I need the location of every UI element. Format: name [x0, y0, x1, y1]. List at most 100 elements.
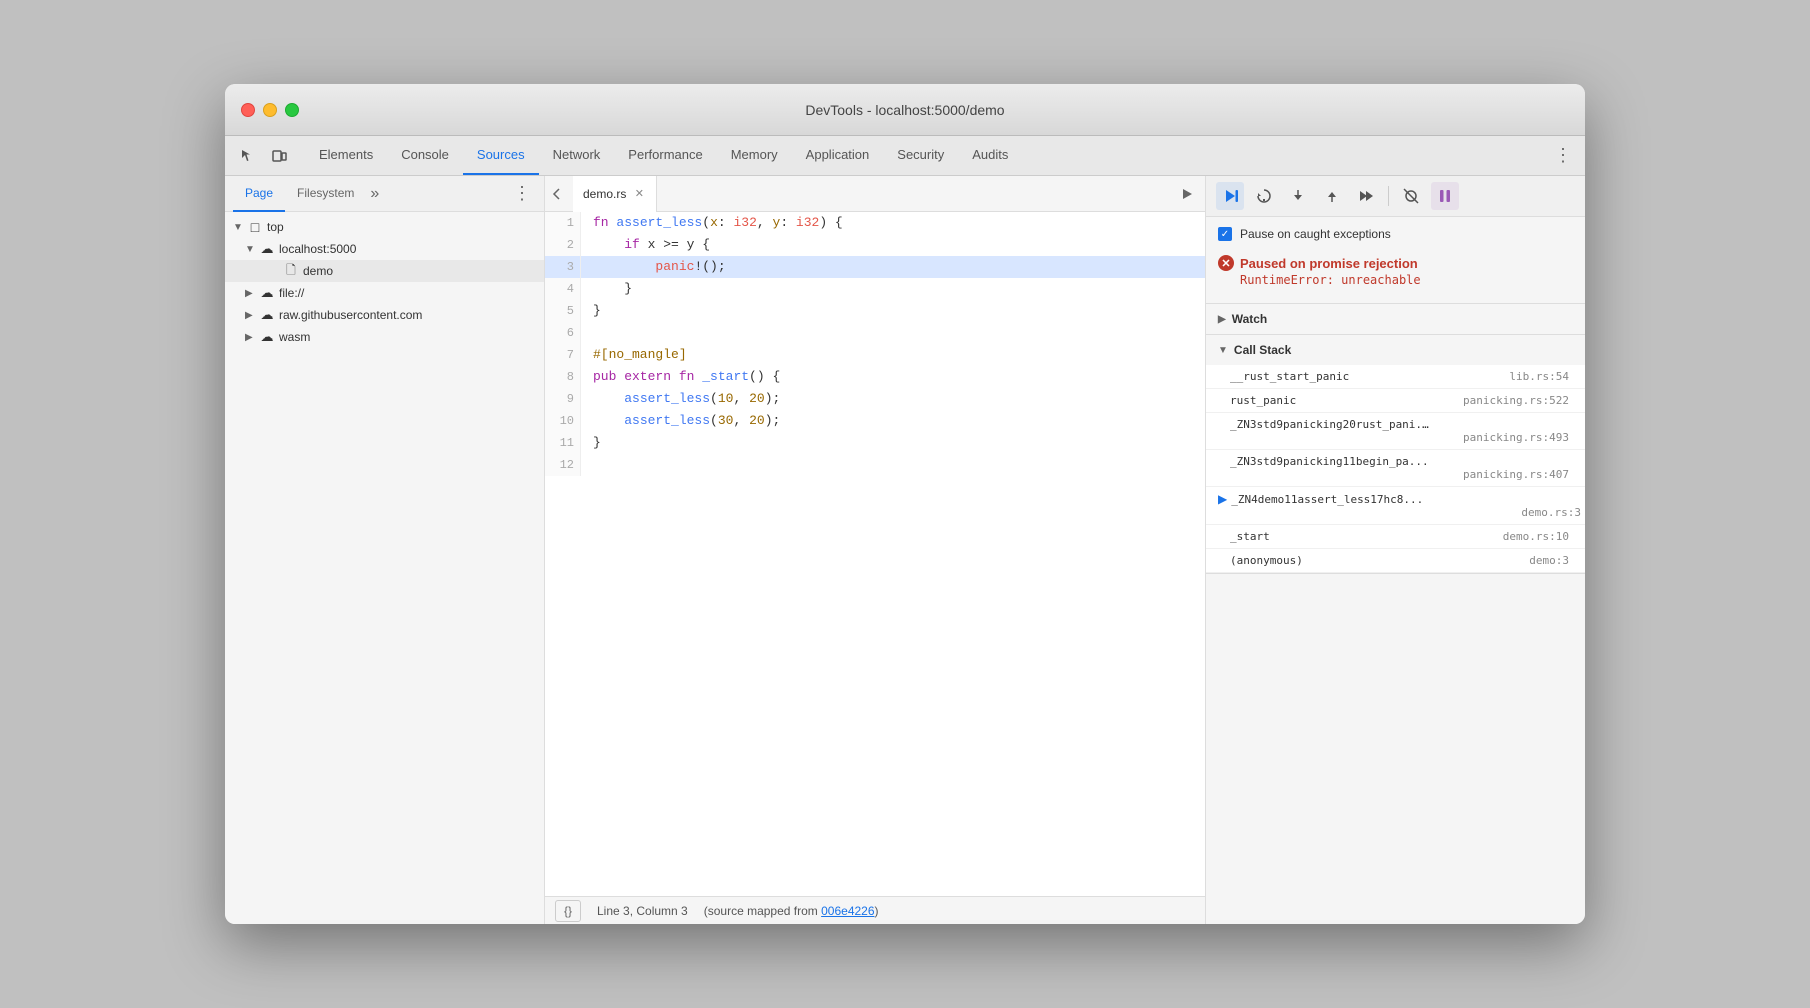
code-tabs: demo.rs ✕	[545, 176, 1205, 212]
frame-name-5: _start	[1230, 530, 1270, 543]
window-title: DevTools - localhost:5000/demo	[805, 102, 1004, 118]
call-stack-item-1[interactable]: rust_panic panicking.rs:522	[1206, 389, 1585, 413]
folder-icon-top: □	[247, 219, 263, 235]
tree-item-file[interactable]: ▶ ☁ file://	[225, 282, 544, 304]
code-line-11: 11 }	[545, 432, 1205, 454]
tree-item-wasm[interactable]: ▶ ☁ wasm	[225, 326, 544, 348]
tab-performance[interactable]: Performance	[614, 136, 716, 175]
pause-on-caught-checkbox[interactable]: Pause on caught exceptions	[1218, 227, 1573, 241]
more-options-icon[interactable]: ⋮	[1549, 142, 1577, 170]
code-line-1: 1 fn assert_less(x: i32, y: i32) {	[545, 212, 1205, 234]
toolbar-separator	[1388, 186, 1389, 206]
step-over-icon[interactable]	[1250, 182, 1278, 210]
tab-application[interactable]: Application	[792, 136, 884, 175]
code-line-3: 3 panic!();	[545, 256, 1205, 278]
call-stack-item-4[interactable]: ▶ _ZN4demo11assert_less17hc8... demo.rs:…	[1206, 487, 1585, 525]
code-tab-end	[1173, 180, 1201, 208]
tab-network[interactable]: Network	[539, 136, 615, 175]
tab-sources[interactable]: Sources	[463, 136, 539, 175]
code-tab-demo[interactable]: demo.rs ✕	[573, 176, 657, 212]
source-map-link[interactable]: 006e4226	[821, 904, 874, 918]
code-area[interactable]: 1 fn assert_less(x: i32, y: i32) { 2 if …	[545, 212, 1205, 896]
resume-icon[interactable]	[1216, 182, 1244, 210]
call-stack-item-3[interactable]: _ZN3std9panicking11begin_pa... panicking…	[1206, 450, 1585, 487]
frame-name-3: _ZN3std9panicking11begin_pa...	[1230, 455, 1430, 468]
watch-section-header[interactable]: ▶ Watch	[1206, 304, 1585, 334]
call-stack-item-2[interactable]: _ZN3std9panicking20rust_pani... panickin…	[1206, 413, 1585, 450]
tab-memory[interactable]: Memory	[717, 136, 792, 175]
pause-icon[interactable]	[1431, 182, 1459, 210]
call-stack-item-0[interactable]: __rust_start_panic lib.rs:54	[1206, 365, 1585, 389]
cloud-icon-localhost: ☁	[259, 241, 275, 257]
code-tab-close-icon[interactable]: ✕	[632, 187, 646, 201]
tree-arrow-file: ▶	[245, 288, 259, 299]
call-stack-item-6[interactable]: (anonymous) demo:3	[1206, 549, 1585, 573]
main-content: Page Filesystem » ⋮ ▼ □ top	[225, 176, 1585, 924]
run-snippet-icon[interactable]	[1173, 180, 1201, 208]
close-button[interactable]	[241, 103, 255, 117]
minimize-button[interactable]	[263, 103, 277, 117]
frame-location-0: lib.rs:54	[1509, 370, 1569, 383]
code-line-12: 12	[545, 454, 1205, 476]
format-icon[interactable]: {}	[555, 900, 581, 922]
call-stack-section-header[interactable]: ▼ Call Stack	[1206, 335, 1585, 365]
step-out-icon[interactable]	[1318, 182, 1346, 210]
tab-bar-end: ⋮	[1549, 136, 1577, 175]
tab-filesystem[interactable]: Filesystem	[285, 176, 366, 212]
debug-content: Pause on caught exceptions ✕ Paused on p…	[1206, 217, 1585, 924]
traffic-lights	[241, 103, 299, 117]
frame-location-6: demo:3	[1529, 554, 1569, 567]
tree-item-demo[interactable]: 🗋 demo	[225, 260, 544, 282]
step-icon[interactable]	[1352, 182, 1380, 210]
call-stack-item-5[interactable]: _start demo.rs:10	[1206, 525, 1585, 549]
status-source-map: (source mapped from 006e4226)	[704, 904, 879, 918]
code-line-8: 8 pub extern fn _start() {	[545, 366, 1205, 388]
call-stack-list: __rust_start_panic lib.rs:54 rust_panic …	[1206, 365, 1585, 573]
file-icon-demo: 🗋	[283, 263, 299, 279]
tree-arrow-localhost: ▼	[245, 244, 259, 255]
paused-banner: ✕ Paused on promise rejection RuntimeErr…	[1218, 249, 1573, 293]
tab-console[interactable]: Console	[387, 136, 463, 175]
tab-page[interactable]: Page	[233, 176, 285, 212]
watch-arrow-icon: ▶	[1218, 314, 1226, 325]
frame-location-2: panicking.rs:493	[1238, 431, 1569, 444]
tab-audits[interactable]: Audits	[958, 136, 1022, 175]
devtools-toolbar-icons	[233, 136, 293, 175]
checkbox-icon	[1218, 227, 1232, 241]
tab-elements[interactable]: Elements	[305, 136, 387, 175]
frame-name-0: __rust_start_panic	[1230, 370, 1349, 383]
devtools-window: DevTools - localhost:5000/demo Elements …	[225, 84, 1585, 924]
code-line-4: 4 }	[545, 278, 1205, 300]
tree-item-localhost[interactable]: ▼ ☁ localhost:5000	[225, 238, 544, 260]
code-line-6: 6	[545, 322, 1205, 344]
tree-arrow-top: ▼	[233, 222, 247, 233]
status-line-col: Line 3, Column 3	[597, 904, 688, 918]
tree-arrow-wasm: ▶	[245, 332, 259, 343]
paused-subtitle: RuntimeError: unreachable	[1240, 273, 1573, 287]
device-icon[interactable]	[265, 142, 293, 170]
file-panel-more-icon[interactable]: »	[370, 185, 379, 203]
debug-toolbar	[1206, 176, 1585, 217]
frame-name-4: _ZN4demo11assert_less17hc8...	[1231, 493, 1423, 506]
frame-location-5: demo.rs:10	[1503, 530, 1569, 543]
disable-breakpoints-icon[interactable]	[1397, 182, 1425, 210]
maximize-button[interactable]	[285, 103, 299, 117]
cloud-icon-file: ☁	[259, 285, 275, 301]
code-tab-back-icon[interactable]	[549, 186, 565, 202]
step-into-icon[interactable]	[1284, 182, 1312, 210]
tree-item-top[interactable]: ▼ □ top	[225, 216, 544, 238]
title-bar: DevTools - localhost:5000/demo	[225, 84, 1585, 136]
call-stack-arrow-icon: ▼	[1218, 345, 1228, 356]
debug-panel: Pause on caught exceptions ✕ Paused on p…	[1205, 176, 1585, 924]
file-panel-actions: ⋮	[508, 180, 536, 208]
code-line-7: 7 #[no_mangle]	[545, 344, 1205, 366]
code-line-9: 9 assert_less(10, 20);	[545, 388, 1205, 410]
code-line-5: 5 }	[545, 300, 1205, 322]
error-circle-icon: ✕	[1218, 255, 1234, 271]
file-panel-menu-icon[interactable]: ⋮	[508, 180, 536, 208]
frame-name-2: _ZN3std9panicking20rust_pani...	[1230, 418, 1430, 431]
file-panel: Page Filesystem » ⋮ ▼ □ top	[225, 176, 545, 924]
tab-security[interactable]: Security	[883, 136, 958, 175]
inspect-icon[interactable]	[233, 142, 261, 170]
tree-item-raw-github[interactable]: ▶ ☁ raw.githubusercontent.com	[225, 304, 544, 326]
